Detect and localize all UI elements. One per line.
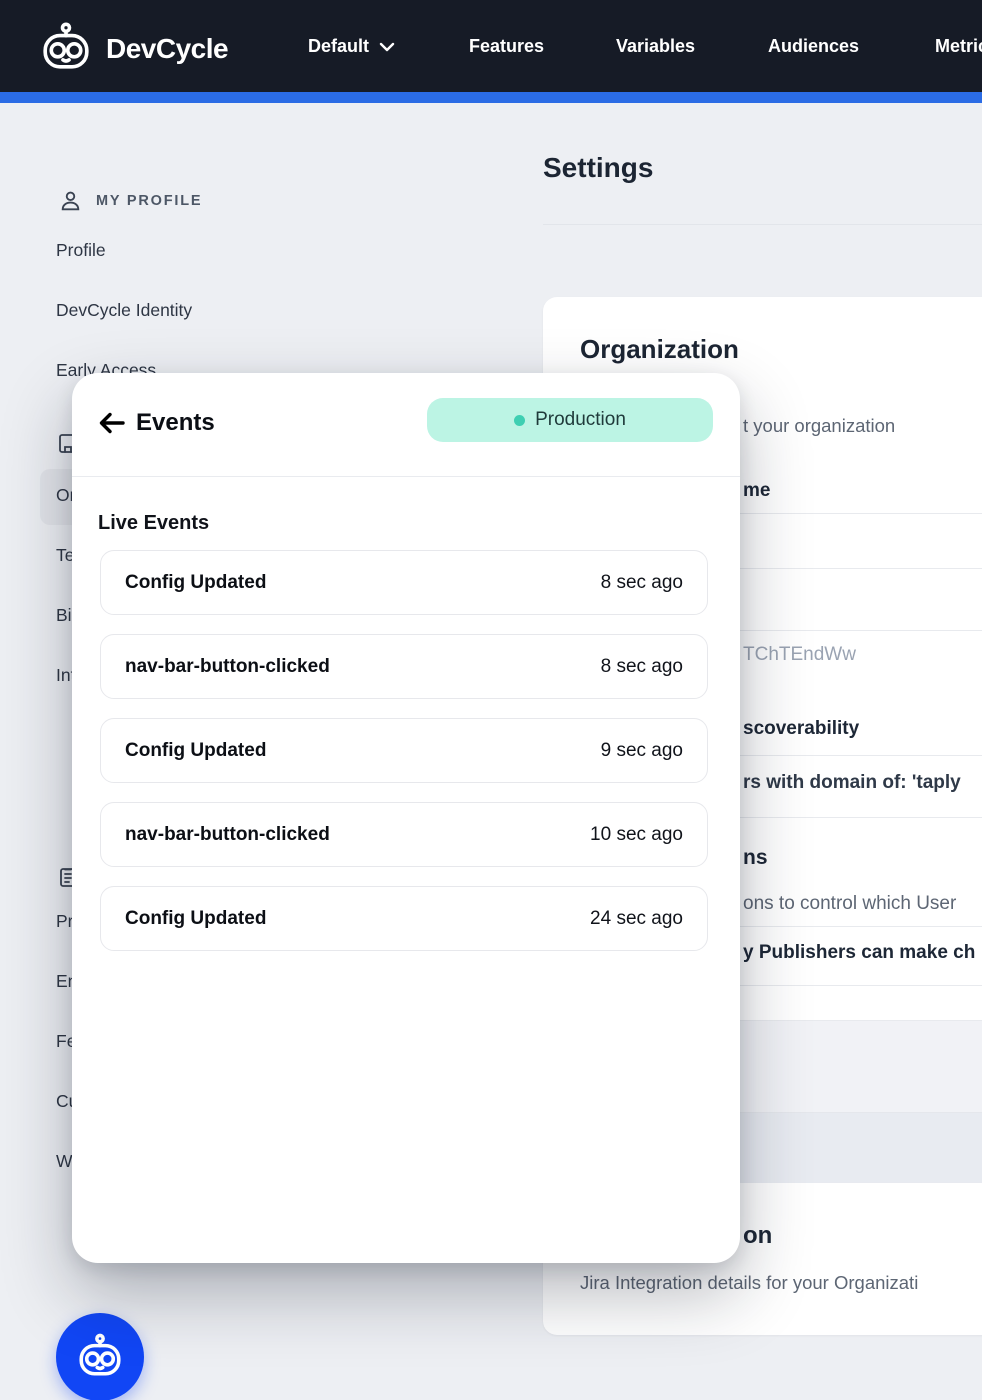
project-selector[interactable]: Default <box>308 0 395 92</box>
devcycle-robot-icon <box>38 20 94 77</box>
event-time: 8 sec ago <box>601 572 683 594</box>
back-button[interactable] <box>92 405 132 445</box>
devcycle-settings-app: MY PROFILE Profile DevCycle Identity Ear… <box>0 0 982 1400</box>
devcycle-logo[interactable]: DevCycle <box>38 20 228 77</box>
event-time: 24 sec ago <box>590 908 683 930</box>
environment-badge[interactable]: Production <box>427 398 713 442</box>
events-modal: Events Production Live Events Config Upd… <box>72 373 740 1263</box>
event-name: Config Updated <box>125 740 266 762</box>
jira-description: Jira Integration details for your Organi… <box>580 1272 918 1294</box>
org-discoverability-label-fragment: scoverability <box>743 718 859 740</box>
event-name: nav-bar-button-clicked <box>125 824 330 846</box>
sidebar-section-my-profile: MY PROFILE <box>96 193 202 209</box>
event-row[interactable]: Config Updated 8 sec ago <box>100 550 708 615</box>
live-events-heading: Live Events <box>98 512 209 535</box>
environment-badge-label: Production <box>535 409 626 431</box>
brand-name: DevCycle <box>106 33 228 65</box>
person-icon <box>58 188 83 219</box>
environment-status-dot <box>514 415 525 426</box>
modal-title: Events <box>136 409 215 437</box>
nav-link-variables[interactable]: Variables <box>616 0 695 92</box>
nav-link-audiences[interactable]: Audiences <box>768 0 859 92</box>
org-domain-rule-fragment: rs with domain of: 'taply <box>743 772 961 794</box>
event-name: nav-bar-button-clicked <box>125 656 330 678</box>
chevron-down-icon <box>379 36 395 57</box>
permissions-heading-fragment: ns <box>743 846 768 870</box>
jira-heading-fragment: on <box>743 1222 772 1250</box>
org-id-value-fragment: TChTEndWw <box>743 644 856 666</box>
event-name: Config Updated <box>125 908 266 930</box>
event-row[interactable]: nav-bar-button-clicked 8 sec ago <box>100 634 708 699</box>
nav-link-features[interactable]: Features <box>469 0 544 92</box>
event-time: 8 sec ago <box>601 656 683 678</box>
permissions-description-fragment: ons to control which User <box>743 893 956 915</box>
organization-card-heading: Organization <box>580 334 739 365</box>
back-arrow-icon <box>97 410 127 441</box>
event-row[interactable]: nav-bar-button-clicked 10 sec ago <box>100 802 708 867</box>
title-divider <box>543 224 982 225</box>
events-modal-header: Events Production <box>72 373 740 477</box>
live-events-list: Config Updated 8 sec ago nav-bar-button-… <box>100 550 708 970</box>
top-navbar: DevCycle Default Features Variables Audi… <box>0 0 982 92</box>
event-time: 9 sec ago <box>601 740 683 762</box>
org-description-fragment: t your organization <box>743 415 895 437</box>
accent-bar <box>0 92 982 103</box>
nav-link-metrics[interactable]: Metrics <box>935 0 982 92</box>
robot-icon <box>75 1331 125 1384</box>
project-selector-label: Default <box>308 36 369 57</box>
event-row[interactable]: Config Updated 24 sec ago <box>100 886 708 951</box>
event-time: 10 sec ago <box>590 824 683 846</box>
sidebar-item-profile[interactable]: Profile <box>56 240 106 261</box>
event-row[interactable]: Config Updated 9 sec ago <box>100 718 708 783</box>
publishers-option-fragment: y Publishers can make ch <box>743 942 975 964</box>
org-name-label-fragment: me <box>743 480 770 502</box>
sidebar-item-devcycle-identity[interactable]: DevCycle Identity <box>56 300 192 321</box>
event-name: Config Updated <box>125 572 266 594</box>
devcycle-widget-button[interactable] <box>56 1313 144 1400</box>
page-title: Settings <box>543 152 653 184</box>
